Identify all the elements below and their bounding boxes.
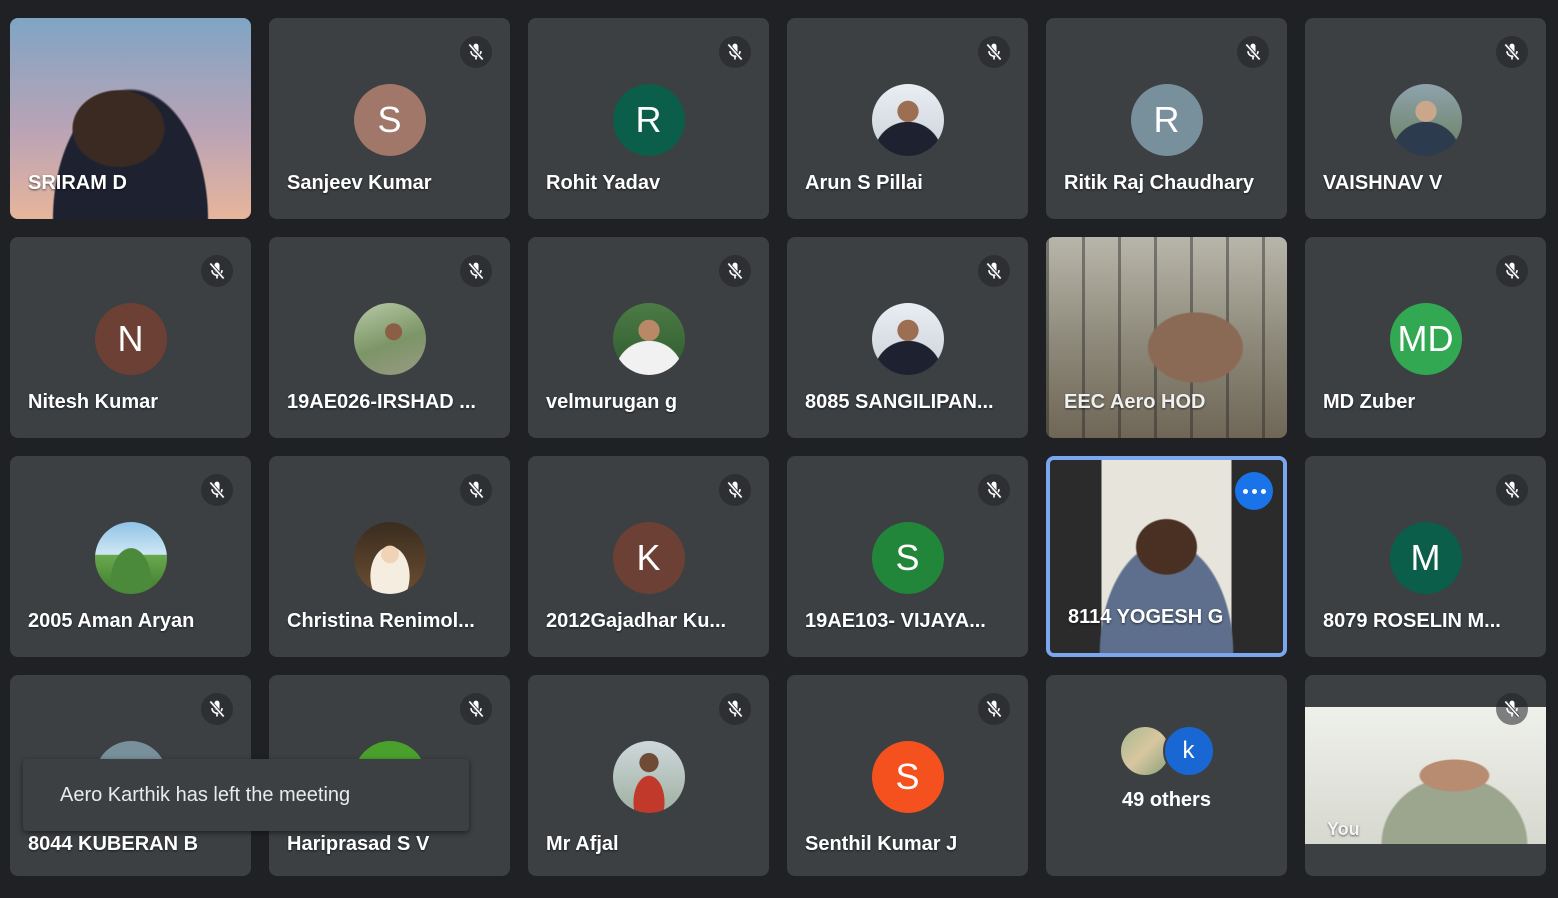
participant-avatar: S xyxy=(871,741,944,813)
others-count-label: 49 others xyxy=(1122,789,1211,811)
participant-tile-gajadhar[interactable]: K 2012Gajadhar Ku... xyxy=(528,456,769,657)
participant-tile-irshad[interactable]: 19AE026-IRSHAD ... xyxy=(269,237,510,438)
mic-off-icon xyxy=(201,474,233,506)
participant-name: Arun S Pillai xyxy=(805,172,923,194)
mic-off-icon xyxy=(1496,474,1528,506)
participant-tile-sangilipan[interactable]: 8085 SANGILIPAN... xyxy=(787,237,1028,438)
participant-tile-vijaya[interactable]: S 19AE103- VIJAYA... xyxy=(787,456,1028,657)
others-tile[interactable]: k 49 others xyxy=(1046,675,1287,876)
mic-off-icon xyxy=(1496,36,1528,68)
participant-name: Hariprasad S V xyxy=(287,833,430,855)
mic-off-icon xyxy=(719,255,751,287)
participant-tile-yogesh[interactable]: 8114 YOGESH G xyxy=(1046,456,1287,657)
participant-avatar: S xyxy=(353,84,426,156)
participant-name: 8114 YOGESH G xyxy=(1068,606,1224,628)
more-options-icon[interactable] xyxy=(1235,472,1273,510)
self-view-tile[interactable]: You xyxy=(1305,675,1546,876)
participant-tile-velmurugan[interactable]: velmurugan g xyxy=(528,237,769,438)
mic-off-icon xyxy=(201,693,233,725)
participant-tile-arun[interactable]: Arun S Pillai xyxy=(787,18,1028,219)
participant-name: 8079 ROSELIN M... xyxy=(1323,610,1501,632)
participant-name: Rohit Yadav xyxy=(546,172,661,194)
self-video-frame: You xyxy=(1305,707,1546,844)
participant-name: VAISHNAV V xyxy=(1323,172,1443,194)
participant-name: Nitesh Kumar xyxy=(28,391,159,413)
participant-photo xyxy=(353,303,426,375)
mic-off-icon xyxy=(978,255,1010,287)
participant-avatar: M xyxy=(1389,522,1462,594)
mic-off-icon xyxy=(201,255,233,287)
participant-name: 2005 Aman Aryan xyxy=(28,610,195,632)
participant-name: 2012Gajadhar Ku... xyxy=(546,610,727,632)
participant-name: EEC Aero HOD xyxy=(1064,391,1206,413)
mic-off-icon xyxy=(1496,693,1528,725)
participant-tile-sanjeev[interactable]: S Sanjeev Kumar xyxy=(269,18,510,219)
mic-off-icon xyxy=(978,693,1010,725)
participant-photo xyxy=(612,741,685,813)
participant-tile-ritik[interactable]: R Ritik Raj Chaudhary xyxy=(1046,18,1287,219)
participant-name: SRIRAM D xyxy=(28,172,127,194)
participant-tile-nitesh[interactable]: N Nitesh Kumar xyxy=(10,237,251,438)
participant-avatar: K xyxy=(612,522,685,594)
participant-tile-afjal[interactable]: Mr Afjal xyxy=(528,675,769,876)
participant-avatar: R xyxy=(612,84,685,156)
participant-name: MD Zuber xyxy=(1323,391,1416,413)
participant-avatar: N xyxy=(94,303,167,375)
mic-off-icon xyxy=(1237,36,1269,68)
mic-off-icon xyxy=(978,36,1010,68)
participant-photo xyxy=(353,522,426,594)
participant-avatar: MD xyxy=(1389,303,1462,375)
self-label: You xyxy=(1327,819,1360,839)
mic-off-icon xyxy=(1496,255,1528,287)
mic-off-icon xyxy=(460,36,492,68)
participant-photo xyxy=(871,303,944,375)
participant-tile-aman[interactable]: 2005 Aman Aryan xyxy=(10,456,251,657)
participant-photo xyxy=(612,303,685,375)
others-initial-avatar: k xyxy=(1162,725,1215,777)
participant-tile-vaishnav[interactable]: VAISHNAV V xyxy=(1305,18,1546,219)
participant-tile-senthil[interactable]: S Senthil Kumar J xyxy=(787,675,1028,876)
participant-name: 19AE026-IRSHAD ... xyxy=(287,391,476,413)
mic-off-icon xyxy=(460,474,492,506)
participant-name: 8044 KUBERAN B xyxy=(28,833,199,855)
mic-off-icon xyxy=(460,255,492,287)
participant-avatar: S xyxy=(871,522,944,594)
others-avatars: k xyxy=(1046,725,1287,777)
participant-name: 8085 SANGILIPAN... xyxy=(805,391,994,413)
participant-photo xyxy=(871,84,944,156)
mic-off-icon xyxy=(719,693,751,725)
mic-off-icon xyxy=(719,36,751,68)
participant-name: 19AE103- VIJAYA... xyxy=(805,610,986,632)
participant-tile-christina[interactable]: Christina Renimol... xyxy=(269,456,510,657)
others-group: k 49 others xyxy=(1046,725,1287,812)
mic-off-icon xyxy=(719,474,751,506)
participant-tile-md-zuber[interactable]: MD MD Zuber xyxy=(1305,237,1546,438)
participant-name: Mr Afjal xyxy=(546,833,619,855)
notification-toast: Aero Karthik has left the meeting xyxy=(23,759,469,831)
participant-photo xyxy=(94,522,167,594)
participant-tile-rohit[interactable]: R Rohit Yadav xyxy=(528,18,769,219)
participant-tile-roselin[interactable]: M 8079 ROSELIN M... xyxy=(1305,456,1546,657)
participant-name: velmurugan g xyxy=(546,391,678,413)
mic-off-icon xyxy=(978,474,1010,506)
participant-name: Sanjeev Kumar xyxy=(287,172,432,194)
participant-tile-hod[interactable]: EEC Aero HOD xyxy=(1046,237,1287,438)
participant-name: Senthil Kumar J xyxy=(805,833,958,855)
mic-off-icon xyxy=(460,693,492,725)
participant-tile-sriram[interactable]: SRIRAM D xyxy=(10,18,251,219)
participant-name: Christina Renimol... xyxy=(287,610,475,632)
participant-avatar: R xyxy=(1130,84,1203,156)
participant-name: Ritik Raj Chaudhary xyxy=(1064,172,1255,194)
participant-photo xyxy=(1389,84,1462,156)
